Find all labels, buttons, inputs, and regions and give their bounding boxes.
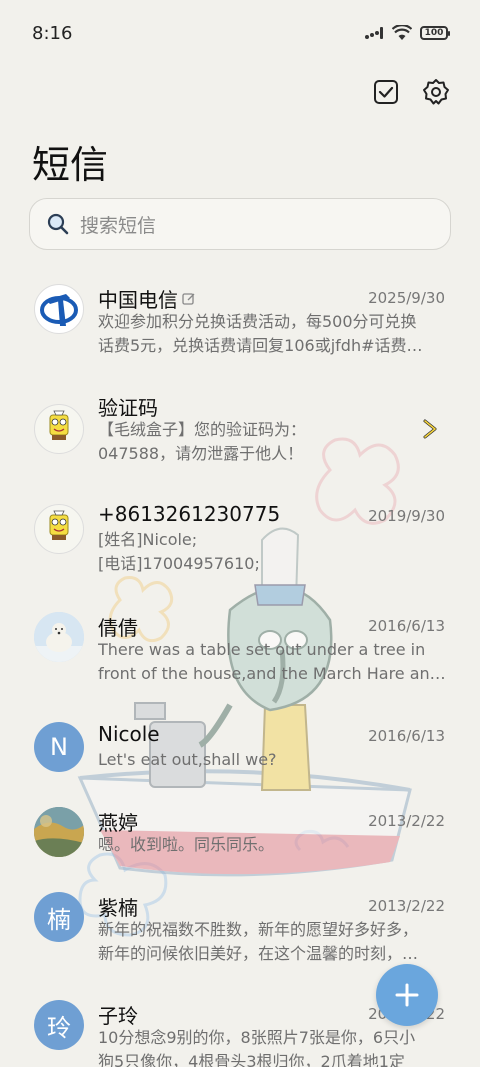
edit-badge-icon xyxy=(182,292,195,305)
conversation-preview-line2: 047588，请勿泄露于他人！ xyxy=(98,444,304,463)
conversation-name-text: 倩倩 xyxy=(98,616,138,640)
chevron-right-icon[interactable] xyxy=(420,418,440,440)
conversation-row[interactable]: +8613261230775 2019/9/30 [姓名]Nicole; [电话… xyxy=(0,502,480,602)
new-message-button[interactable] xyxy=(376,964,438,1026)
conversation-date: 2013/2/22 xyxy=(368,812,445,830)
conversation-date: 2016/6/13 xyxy=(368,727,445,745)
conversation-preview-line2: 话费5元，兑换话费请回复106或jfdh#话费… xyxy=(98,336,423,355)
avatar-letter: 玲 xyxy=(47,1013,71,1042)
conversation-row[interactable]: 中国电信 2025/9/30 欢迎参加积分兑换话费活动，每500分可兑换 话费5… xyxy=(0,272,480,372)
conversation-row[interactable]: 倩倩 2016/6/13 There was a table set out u… xyxy=(0,612,480,712)
conversation-name: 燕婷 xyxy=(98,807,138,836)
signal-icon xyxy=(365,27,383,39)
polar-bear-photo-icon xyxy=(34,612,84,662)
status-bar: 8:16 100 xyxy=(0,0,480,66)
battery-level: 100 xyxy=(424,28,444,38)
conversation-date: 2013/2/22 xyxy=(368,897,445,915)
conversation-preview-line1: 欢迎参加积分兑换话费活动，每500分可兑换 xyxy=(98,312,417,331)
avatar: N xyxy=(34,722,84,772)
plus-icon xyxy=(395,983,419,1007)
wifi-icon xyxy=(392,25,412,40)
conversation-preview-line1: Let's eat out,shall we? xyxy=(98,750,277,769)
header-actions xyxy=(372,78,450,106)
conversation-name-text: Nicole xyxy=(98,722,160,746)
conversation-preview-line1: [姓名]Nicole; xyxy=(98,530,198,549)
conversation-preview-line2: 新年的问候依旧美好，在这个温馨的时刻，… xyxy=(98,944,419,963)
conversation-preview-line1: 10分想念9别的你，8张照片7张是你，6只小 xyxy=(98,1028,416,1047)
china-telecom-logo-icon xyxy=(40,294,78,326)
avatar: 玲 xyxy=(34,1000,84,1050)
select-icon xyxy=(374,80,398,104)
landscape-photo-icon xyxy=(34,807,84,857)
conversation-preview-line1: 嗯。收到啦。同乐同乐。 xyxy=(98,835,275,854)
spongebob-avatar xyxy=(34,404,84,454)
conversation-preview-line2: [电话]17004957610; xyxy=(98,554,260,573)
conversation-name: 紫楠 xyxy=(98,892,138,921)
conversation-name-text: 紫楠 xyxy=(98,896,138,920)
page-title: 短信 xyxy=(32,143,109,187)
search-icon xyxy=(47,213,69,235)
avatar-letter: N xyxy=(50,733,68,761)
conversation-preview-line1: 新年的祝福数不胜数，新年的愿望好多好多， xyxy=(98,920,419,939)
conversation-name-text: 子玲 xyxy=(98,1004,138,1028)
spongebob-avatar-icon xyxy=(49,410,69,440)
conversation-name: +8613261230775 xyxy=(98,502,280,526)
avatar: 楠 xyxy=(34,892,84,942)
status-icons: 100 xyxy=(364,25,450,41)
conversation-date: 2019/9/30 xyxy=(368,507,445,525)
conversation-name-text: 中国电信 xyxy=(98,288,178,312)
conversation-name-text: 验证码 xyxy=(98,396,158,420)
conversation-date: 2025/9/30 xyxy=(368,289,445,307)
conversation-name: 中国电信 xyxy=(98,284,196,313)
conversation-name: 验证码 xyxy=(98,392,158,421)
conversation-name-text: 燕婷 xyxy=(98,811,138,835)
polar-bear-photo xyxy=(34,612,84,662)
conversation-preview-line1: There was a table set out under a tree i… xyxy=(98,640,426,659)
conversation-name: Nicole xyxy=(98,722,160,746)
search-input[interactable]: 搜索短信 xyxy=(29,198,451,250)
conversation-name: 倩倩 xyxy=(98,612,138,641)
conversation-preview-line1: 【毛绒盒子】您的验证码为： xyxy=(98,420,307,439)
spongebob-avatar-icon xyxy=(49,510,69,540)
gear-icon xyxy=(423,79,449,105)
china-telecom-logo xyxy=(34,284,84,334)
avatar-letter: 楠 xyxy=(47,905,71,934)
battery-icon: 100 xyxy=(420,26,450,40)
conversation-name: 子玲 xyxy=(98,1000,138,1029)
status-time: 8:16 xyxy=(32,22,73,44)
settings-button[interactable] xyxy=(422,78,450,106)
landscape-photo xyxy=(34,807,84,857)
spongebob-avatar xyxy=(34,504,84,554)
conversation-preview-line2: 狗5只像你，4根骨头3根归你，2爪着地1定 xyxy=(98,1052,405,1067)
conversation-preview-line2: front of the house,and the March Hare an… xyxy=(98,664,446,683)
conversation-date: 2016/6/13 xyxy=(368,617,445,635)
select-button[interactable] xyxy=(372,78,400,106)
search-placeholder: 搜索短信 xyxy=(80,214,157,237)
conversation-name-text: +8613261230775 xyxy=(98,502,281,526)
conversation-row[interactable]: 验证码 【毛绒盒子】您的验证码为： 047588，请勿泄露于他人！ xyxy=(0,392,480,492)
